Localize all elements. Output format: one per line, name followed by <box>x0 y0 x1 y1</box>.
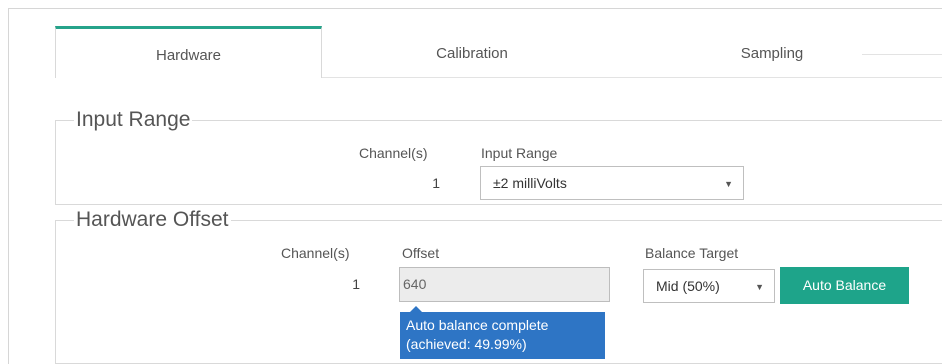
input-range-select[interactable]: ±2 milliVolts ▼ <box>480 166 744 200</box>
auto-balance-button[interactable]: Auto Balance <box>780 267 909 304</box>
balance-target-header: Balance Target <box>645 245 739 261</box>
tab-bar: Hardware Calibration Sampling <box>55 26 942 78</box>
balance-target-select-value: Mid (50%) <box>656 278 720 294</box>
hardware-offset-channel-header: Channel(s) <box>281 245 350 261</box>
input-range-select-value: ±2 milliVolts <box>493 175 567 191</box>
status-line-2: (achieved: 49.99%) <box>406 336 527 352</box>
status-line-1: Auto balance complete <box>406 317 549 333</box>
chevron-down-icon: ▼ <box>724 179 733 189</box>
chevron-down-icon: ▼ <box>755 282 764 292</box>
balance-target-select[interactable]: Mid (50%) ▼ <box>643 269 775 303</box>
tab-hardware[interactable]: Hardware <box>55 26 322 78</box>
tab-underline <box>322 77 942 78</box>
input-range-header: Input Range <box>481 145 558 161</box>
hardware-offset-channel-number: 1 <box>352 276 360 292</box>
offset-header: Offset <box>402 245 440 261</box>
tab-sampling[interactable]: Sampling <box>622 26 922 78</box>
auto-balance-status-tooltip: Auto balance complete (achieved: 49.99%) <box>400 306 605 359</box>
tooltip-arrow <box>410 306 422 312</box>
input-range-channel-header: Channel(s) <box>359 145 428 161</box>
input-range-channel-number: 1 <box>432 175 440 191</box>
tab-divider <box>862 54 942 55</box>
hardware-offset-title: Hardware Offset <box>76 208 229 231</box>
tab-calibration[interactable]: Calibration <box>322 26 622 78</box>
input-range-title: Input Range <box>76 108 191 131</box>
offset-input[interactable]: 640 <box>399 267 610 302</box>
